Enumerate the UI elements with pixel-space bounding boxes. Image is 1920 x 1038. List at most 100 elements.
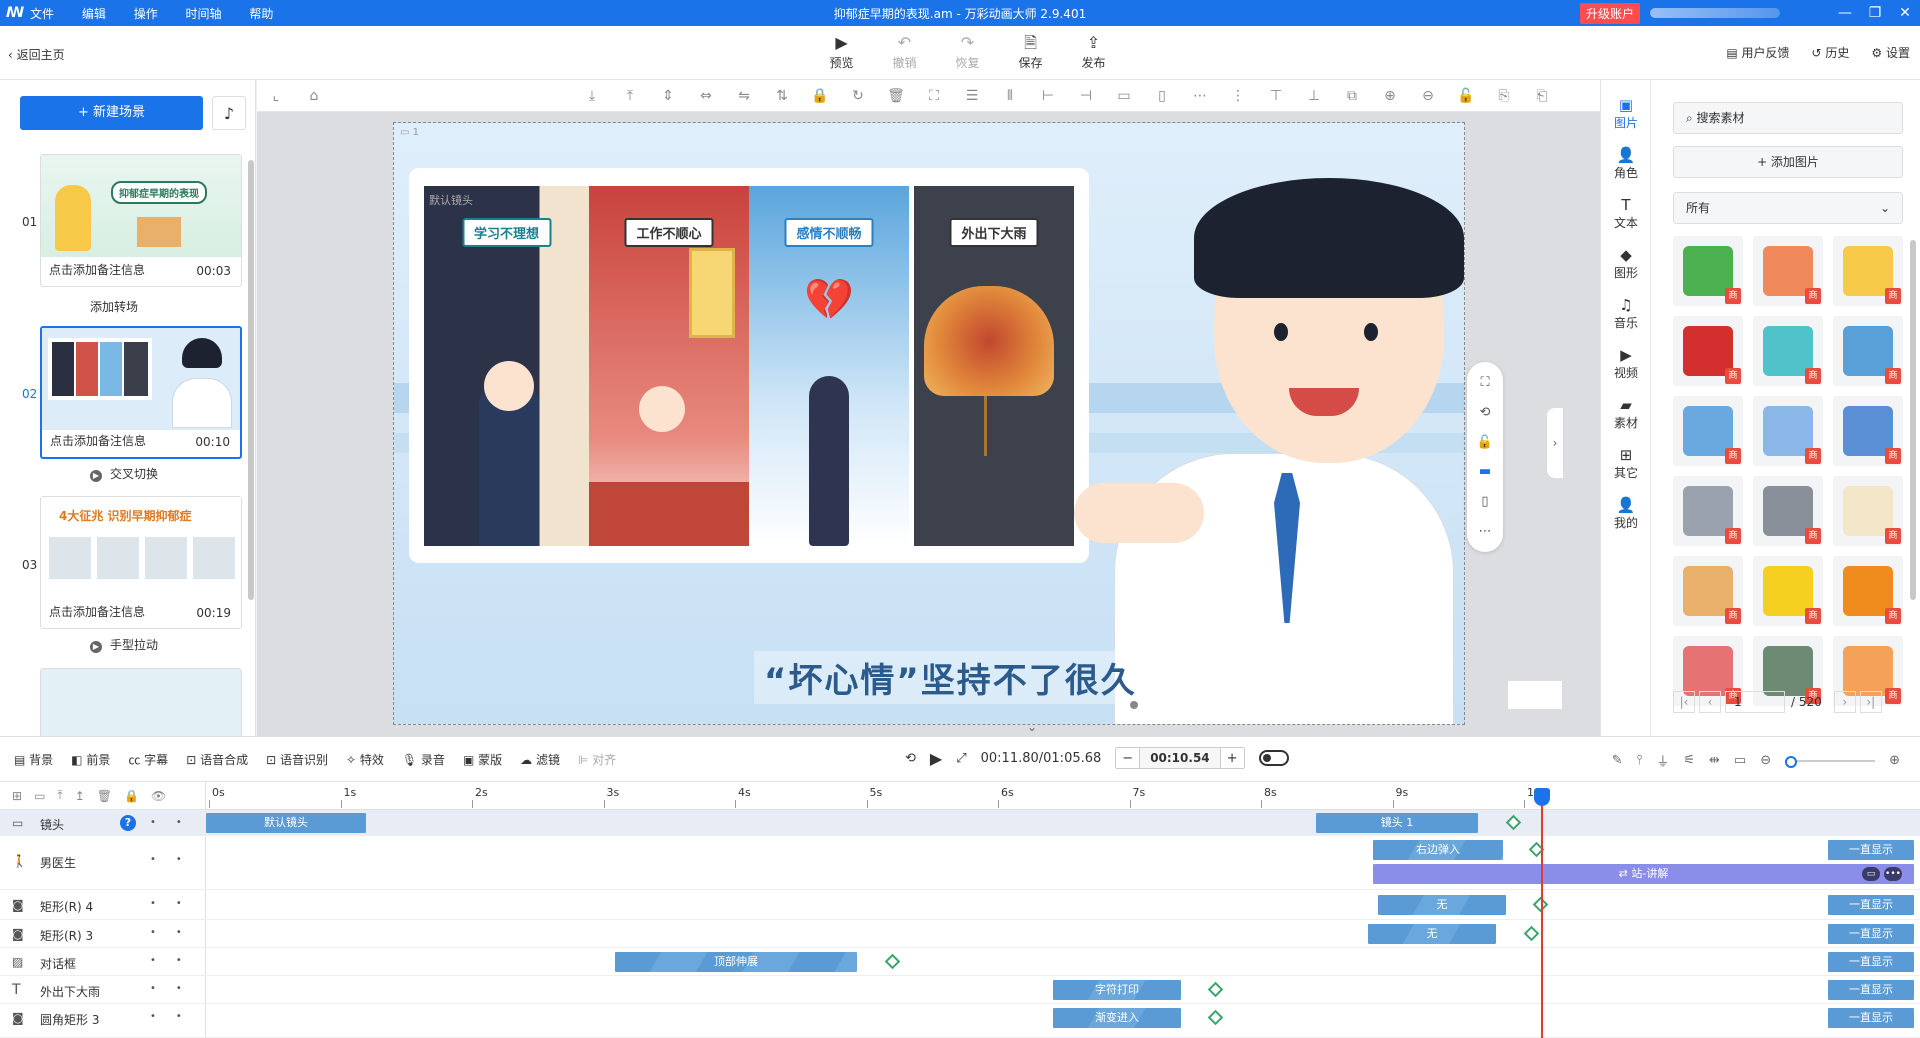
track-row-rect4[interactable]: ◙ 矩形(R) 4 •• 无 一直显示: [0, 890, 1920, 920]
asset-tile[interactable]: 商: [1673, 556, 1743, 626]
asset-tile[interactable]: 商: [1833, 396, 1903, 466]
save-button[interactable]: 🗎 保存: [999, 32, 1062, 71]
space-h-icon[interactable]: ⋯: [1181, 88, 1219, 104]
foreground-tool[interactable]: ◧ 前景: [71, 751, 110, 768]
track-toggles[interactable]: ••: [150, 983, 202, 994]
zoom-out-icon[interactable]: ⊖: [1760, 753, 1771, 768]
scene-card[interactable]: 抑郁症早期的表现 点击添加备注信息 00:03: [40, 154, 242, 287]
chevron-down-icon[interactable]: ⌄: [1027, 720, 1037, 734]
panel-study[interactable]: 学习不理想: [424, 186, 589, 546]
timeline-clip[interactable]: 无: [1368, 924, 1496, 944]
more-icon[interactable]: •••: [1884, 867, 1902, 881]
timeline-clip[interactable]: 无: [1378, 895, 1506, 915]
account-name[interactable]: [1650, 8, 1780, 18]
add-folder-icon[interactable]: ⊞: [12, 789, 22, 803]
timeline-clip[interactable]: 字符打印: [1053, 980, 1181, 1000]
last-page-button[interactable]: ›|: [1859, 691, 1882, 713]
category-other[interactable]: ⊞ 其它: [1601, 440, 1651, 490]
feedback-link[interactable]: ▤ 用户反馈: [1726, 44, 1789, 61]
duration-value[interactable]: 00:10.54: [1139, 748, 1221, 768]
asset-tile[interactable]: 商: [1833, 556, 1903, 626]
next-page-button[interactable]: ›: [1833, 691, 1856, 713]
asset-search-input[interactable]: ⌕ 搜索素材: [1673, 102, 1903, 134]
home-icon[interactable]: ⌂: [295, 88, 333, 104]
distribute-v-icon[interactable]: ⦀: [991, 88, 1029, 104]
add-transition[interactable]: 添加转场: [90, 298, 138, 315]
time-ruler[interactable]: 0s1s2s3s4s5s6s7s8s9s10s: [206, 782, 1920, 810]
same-width-icon[interactable]: ▭: [1105, 88, 1143, 104]
track-row-dialog[interactable]: ▨ 对话框 •• 顶部伸展 一直显示: [0, 948, 1920, 976]
scene-card[interactable]: 4大征兆 识别早期抑郁症 点击添加备注信息 00:19: [40, 496, 242, 629]
move-top-icon[interactable]: ⤒: [57, 788, 62, 803]
first-page-button[interactable]: |‹: [1673, 691, 1695, 713]
flip-v-icon[interactable]: ⇅: [763, 88, 801, 104]
track-toggles[interactable]: ••: [150, 854, 202, 865]
track-row-rain-text[interactable]: T 外出下大雨 •• 字符打印 一直显示: [0, 976, 1920, 1004]
asset-filter-select[interactable]: 所有 ⌄: [1673, 192, 1903, 224]
toggle-switch[interactable]: [1258, 750, 1289, 766]
back-home-button[interactable]: ‹ 返回主页: [8, 46, 65, 63]
edit-icon[interactable]: ✎: [1612, 753, 1623, 768]
panel-rain[interactable]: 外出下大雨: [914, 186, 1074, 546]
eye-icon[interactable]: 👁: [151, 789, 166, 803]
publish-button[interactable]: ⇪ 发布: [1062, 32, 1125, 71]
align-left-icon[interactable]: ⊢: [1029, 88, 1067, 104]
prev-page-button[interactable]: ‹: [1699, 691, 1721, 713]
delete-icon[interactable]: 🗑: [97, 789, 112, 803]
asset-tile[interactable]: 商: [1673, 476, 1743, 546]
minimize-icon[interactable]: —: [1830, 5, 1860, 21]
track-toggles[interactable]: ••: [150, 898, 202, 909]
layer-down-icon[interactable]: ⊥: [1295, 88, 1333, 104]
increase-button[interactable]: +: [1221, 751, 1244, 766]
new-scene-button[interactable]: + 新建场景: [20, 96, 203, 130]
fullscreen-icon[interactable]: ⤢: [956, 751, 966, 766]
keyframe[interactable]: [1523, 925, 1540, 942]
playhead[interactable]: [1541, 794, 1543, 1038]
fit-icon[interactable]: ⛶: [915, 88, 953, 104]
asset-scrollbar[interactable]: [1910, 240, 1916, 600]
category-music[interactable]: ♫ 音乐: [1601, 290, 1651, 340]
pivot-dot[interactable]: [1130, 701, 1138, 709]
asset-tile[interactable]: 商: [1753, 476, 1823, 546]
fit-timeline-icon[interactable]: ⇹: [1709, 753, 1720, 768]
align-center-icon[interactable]: ⇔: [687, 88, 725, 104]
playhead-handle[interactable]: [1534, 788, 1550, 806]
crop-icon[interactable]: ⌞: [257, 88, 295, 104]
track-row-rect3[interactable]: ◙ 矩形(R) 3 •• 无 一直显示: [0, 920, 1920, 948]
asset-tile[interactable]: 商: [1753, 236, 1823, 306]
mobile-icon[interactable]: ▯: [1481, 494, 1488, 509]
align-bottom-icon[interactable]: ⤓: [573, 88, 611, 104]
asset-tile[interactable]: 商: [1753, 396, 1823, 466]
track-row-camera[interactable]: ▭ 镜头 ? •• 默认镜头 镜头 1: [0, 810, 1920, 836]
transition-cross-fade[interactable]: ▶ 交叉切换: [90, 465, 158, 482]
close-icon[interactable]: ✕: [1890, 5, 1920, 21]
mask-tool[interactable]: ▣ 蒙版: [463, 751, 502, 768]
upgrade-account-button[interactable]: 升级账户: [1579, 2, 1640, 24]
subtitle-tool[interactable]: ㏄ 字幕: [128, 751, 168, 768]
split-icon[interactable]: ⫯: [1637, 753, 1643, 768]
scene-scrollbar[interactable]: [248, 160, 254, 600]
timeline-clip[interactable]: ⇄ 站-讲解: [1373, 864, 1914, 884]
timeline-clip[interactable]: 右边弹入: [1373, 840, 1503, 860]
track-toggles[interactable]: ••: [150, 1011, 202, 1022]
keyframe[interactable]: [1207, 981, 1224, 998]
image-frame[interactable]: 默认镜头 学习不理想 工作不顺心 感情不顺畅 💔 外出下大雨: [409, 168, 1089, 563]
category-image[interactable]: ▣ 图片: [1601, 90, 1651, 140]
settings-link[interactable]: ⚙ 设置: [1871, 44, 1910, 61]
distribute-h-icon[interactable]: ☰: [953, 88, 991, 104]
asset-tile[interactable]: 商: [1753, 556, 1823, 626]
asset-tile[interactable]: 商: [1673, 316, 1743, 386]
collapse-panel-button[interactable]: ›: [1547, 408, 1563, 478]
caption-text[interactable]: “坏心情”坚持不了很久: [754, 651, 1147, 704]
scene-stage[interactable]: ▭ 1 默认镜头 学习不理想 工作不顺心 感情不顺畅 💔 外出下大雨 “坏心情”…: [393, 122, 1465, 725]
add-image-button[interactable]: + 添加图片: [1673, 146, 1903, 178]
menu-help[interactable]: 帮助: [249, 7, 273, 21]
asset-tile[interactable]: 商: [1673, 236, 1743, 306]
transition-hand-drag[interactable]: ▶ 手型拉动: [90, 636, 158, 653]
scene-card[interactable]: [40, 668, 242, 736]
track-row-round-rect3[interactable]: ◙ 圆角矩形 3 •• 渐变进入 一直显示: [0, 1004, 1920, 1038]
duration-stepper[interactable]: − 00:10.54 +: [1115, 747, 1245, 769]
copy-icon[interactable]: ⎘: [1485, 88, 1523, 104]
lock-icon[interactable]: 🔒: [124, 789, 139, 803]
scene-note[interactable]: 点击添加备注信息: [50, 432, 146, 449]
